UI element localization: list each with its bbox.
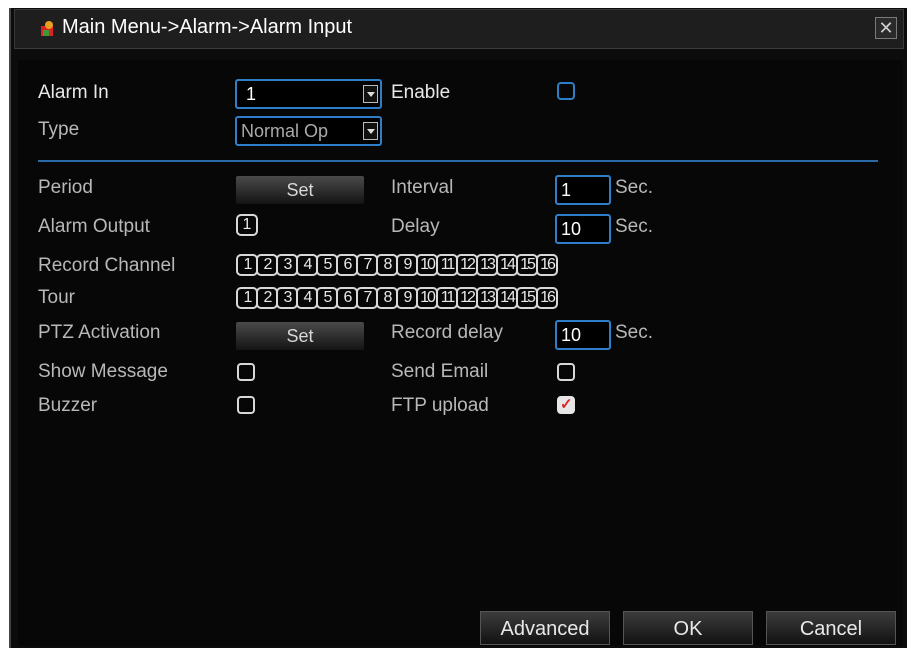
tour-box[interactable]: 16 xyxy=(536,287,558,309)
record-channel-box[interactable]: 7 xyxy=(356,254,378,276)
tour-box[interactable]: 7 xyxy=(356,287,378,309)
tour-box[interactable]: 3 xyxy=(276,287,298,309)
advanced-button[interactable]: Advanced xyxy=(480,611,610,645)
tour-boxes: 1 2 3 4 5 6 7 8 9 10 11 12 13 14 15 16 xyxy=(236,287,558,309)
delay-input[interactable]: 10 xyxy=(555,214,611,244)
record-channel-box[interactable]: 6 xyxy=(336,254,358,276)
record-channel-box[interactable]: 15 xyxy=(516,254,538,276)
interval-input[interactable]: 1 xyxy=(555,175,611,205)
tour-box[interactable]: 13 xyxy=(476,287,498,309)
close-button[interactable]: ✕ xyxy=(875,17,897,39)
dialog-body xyxy=(18,60,903,646)
record-channel-label: Record Channel xyxy=(38,255,176,276)
tour-box[interactable]: 11 xyxy=(436,287,458,309)
ptz-set-button[interactable]: Set xyxy=(236,322,364,350)
chevron-down-icon[interactable] xyxy=(363,85,378,103)
ptz-activation-label: PTZ Activation xyxy=(38,322,161,343)
chevron-down-icon[interactable] xyxy=(363,122,378,140)
record-channel-box[interactable]: 2 xyxy=(256,254,278,276)
section-divider xyxy=(38,160,878,162)
buzzer-checkbox[interactable] xyxy=(237,396,255,414)
record-channel-box[interactable]: 3 xyxy=(276,254,298,276)
show-message-label: Show Message xyxy=(38,361,168,382)
record-channel-box[interactable]: 16 xyxy=(536,254,558,276)
record-delay-label: Record delay xyxy=(391,322,503,343)
enable-checkbox[interactable] xyxy=(557,82,575,100)
cancel-button[interactable]: Cancel xyxy=(766,611,896,645)
tour-box[interactable]: 14 xyxy=(496,287,518,309)
type-select[interactable]: Normal Op xyxy=(235,116,382,146)
send-email-checkbox[interactable] xyxy=(557,363,575,381)
alarm-output-label: Alarm Output xyxy=(38,216,150,237)
show-message-checkbox[interactable] xyxy=(237,363,255,381)
delay-label: Delay xyxy=(391,216,440,237)
delay-unit: Sec. xyxy=(615,216,654,237)
interval-unit: Sec. xyxy=(615,177,654,198)
send-email-label: Send Email xyxy=(391,361,489,382)
record-channel-box[interactable]: 8 xyxy=(376,254,398,276)
tour-box[interactable]: 5 xyxy=(316,287,338,309)
record-delay-unit: Sec. xyxy=(615,322,654,343)
record-channel-box[interactable]: 12 xyxy=(456,254,478,276)
alarm-in-label: Alarm In xyxy=(38,82,109,103)
buzzer-label: Buzzer xyxy=(38,395,98,416)
tour-box[interactable]: 2 xyxy=(256,287,278,309)
title-bar: Main Menu->Alarm->Alarm Input ✕ xyxy=(14,9,904,49)
record-channel-boxes: 1 2 3 4 5 6 7 8 9 10 11 12 13 14 15 16 xyxy=(236,254,558,276)
tour-box[interactable]: 15 xyxy=(516,287,538,309)
ftp-upload-checkbox[interactable] xyxy=(557,395,575,414)
enable-label: Enable xyxy=(391,82,451,103)
ftp-upload-label: FTP upload xyxy=(391,395,489,416)
record-delay-input[interactable]: 10 xyxy=(555,320,611,350)
tour-box[interactable]: 8 xyxy=(376,287,398,309)
record-channel-box[interactable]: 14 xyxy=(496,254,518,276)
window-title: Main Menu->Alarm->Alarm Input xyxy=(62,16,353,38)
record-channel-box[interactable]: 1 xyxy=(236,254,258,276)
period-set-button[interactable]: Set xyxy=(236,176,364,204)
alarm-output-1[interactable]: 1 xyxy=(236,214,258,236)
ok-button[interactable]: OK xyxy=(623,611,753,645)
tour-box[interactable]: 4 xyxy=(296,287,318,309)
interval-label: Interval xyxy=(391,177,454,198)
record-channel-box[interactable]: 4 xyxy=(296,254,318,276)
record-channel-box[interactable]: 10 xyxy=(416,254,438,276)
tour-box[interactable]: 6 xyxy=(336,287,358,309)
tour-label: Tour xyxy=(38,287,75,308)
record-channel-box[interactable]: 9 xyxy=(396,254,418,276)
app-icon xyxy=(41,21,53,36)
period-label: Period xyxy=(38,177,93,198)
tour-box[interactable]: 10 xyxy=(416,287,438,309)
tour-box[interactable]: 1 xyxy=(236,287,258,309)
record-channel-box[interactable]: 11 xyxy=(436,254,458,276)
tour-box[interactable]: 9 xyxy=(396,287,418,309)
alarm-in-select[interactable]: 1 xyxy=(235,79,382,109)
type-label: Type xyxy=(38,119,80,140)
tour-box[interactable]: 12 xyxy=(456,287,478,309)
record-channel-box[interactable]: 13 xyxy=(476,254,498,276)
record-channel-box[interactable]: 5 xyxy=(316,254,338,276)
